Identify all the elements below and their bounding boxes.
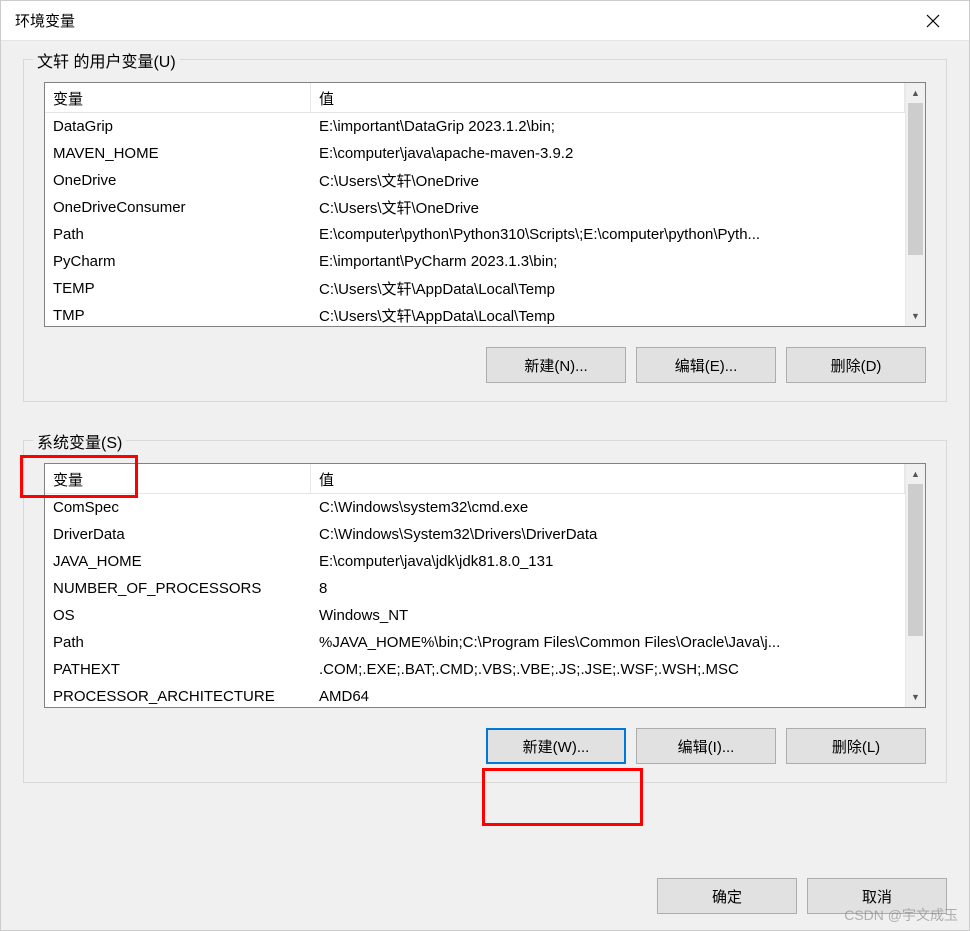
- system-edit-button[interactable]: 编辑(I)...: [636, 728, 776, 764]
- table-row[interactable]: PROCESSOR_ARCHITECTUREAMD64: [45, 683, 905, 707]
- dialog-footer: 确定 取消: [1, 874, 969, 930]
- table-row[interactable]: OneDriveC:\Users\文轩\OneDrive: [45, 167, 905, 194]
- table-row[interactable]: PATHEXT.COM;.EXE;.BAT;.CMD;.VBS;.VBE;.JS…: [45, 656, 905, 683]
- var-value-cell: C:\Windows\System32\Drivers\DriverData: [311, 526, 905, 543]
- var-value-cell: E:\computer\java\apache-maven-3.9.2: [311, 145, 905, 162]
- var-value-cell: E:\computer\java\jdk\jdk81.8.0_131: [311, 553, 905, 570]
- env-vars-dialog: 环境变量 文轩 的用户变量(U) 变量 值 DataGripE:\importa…: [0, 0, 970, 931]
- var-value-cell: C:\Users\文轩\OneDrive: [311, 197, 905, 218]
- var-value-cell: Windows_NT: [311, 607, 905, 624]
- var-name-cell: DriverData: [45, 526, 311, 543]
- system-vars-listview[interactable]: 变量 值 ComSpecC:\Windows\system32\cmd.exeD…: [44, 463, 926, 708]
- dialog-content: 文轩 的用户变量(U) 变量 值 DataGripE:\important\Da…: [1, 41, 969, 874]
- var-name-cell: PATHEXT: [45, 661, 311, 678]
- var-value-cell: 8: [311, 580, 905, 597]
- var-name-cell: MAVEN_HOME: [45, 145, 311, 162]
- scroll-down-icon[interactable]: ▼: [906, 306, 925, 326]
- table-row[interactable]: TEMPC:\Users\文轩\AppData\Local\Temp: [45, 275, 905, 302]
- table-row[interactable]: DataGripE:\important\DataGrip 2023.1.2\b…: [45, 113, 905, 140]
- column-header-value[interactable]: 值: [311, 464, 905, 493]
- var-name-cell: PROCESSOR_ARCHITECTURE: [45, 688, 311, 705]
- var-value-cell: .COM;.EXE;.BAT;.CMD;.VBS;.VBE;.JS;.JSE;.…: [311, 661, 905, 678]
- var-name-cell: DataGrip: [45, 118, 311, 135]
- var-name-cell: NUMBER_OF_PROCESSORS: [45, 580, 311, 597]
- var-name-cell: Path: [45, 226, 311, 243]
- scroll-down-icon[interactable]: ▼: [906, 687, 925, 707]
- var-value-cell: C:\Users\文轩\AppData\Local\Temp: [311, 305, 905, 326]
- user-vars-group: 文轩 的用户变量(U) 变量 值 DataGripE:\important\Da…: [23, 59, 947, 402]
- table-row[interactable]: OneDriveConsumerC:\Users\文轩\OneDrive: [45, 194, 905, 221]
- var-name-cell: Path: [45, 634, 311, 651]
- table-row[interactable]: TMPC:\Users\文轩\AppData\Local\Temp: [45, 302, 905, 326]
- user-vars-scrollbar[interactable]: ▲ ▼: [905, 83, 925, 326]
- titlebar: 环境变量: [1, 1, 969, 41]
- system-delete-button[interactable]: 删除(L): [786, 728, 926, 764]
- scroll-up-icon[interactable]: ▲: [906, 464, 925, 484]
- user-delete-button[interactable]: 删除(D): [786, 347, 926, 383]
- system-vars-group: 系统变量(S) 变量 值 ComSpecC:\Windows\system32\…: [23, 440, 947, 783]
- user-edit-button[interactable]: 编辑(E)...: [636, 347, 776, 383]
- table-row[interactable]: NUMBER_OF_PROCESSORS8: [45, 575, 905, 602]
- scrollbar-thumb[interactable]: [908, 103, 923, 255]
- var-value-cell: E:\important\PyCharm 2023.1.3\bin;: [311, 253, 905, 270]
- var-value-cell: AMD64: [311, 688, 905, 705]
- var-name-cell: JAVA_HOME: [45, 553, 311, 570]
- table-row[interactable]: OSWindows_NT: [45, 602, 905, 629]
- close-button[interactable]: [911, 1, 955, 41]
- var-value-cell: C:\Windows\system32\cmd.exe: [311, 499, 905, 516]
- var-value-cell: %JAVA_HOME%\bin;C:\Program Files\Common …: [311, 634, 905, 651]
- var-name-cell: OneDriveConsumer: [45, 199, 311, 216]
- table-row[interactable]: Path%JAVA_HOME%\bin;C:\Program Files\Com…: [45, 629, 905, 656]
- system-vars-group-label: 系统变量(S): [33, 429, 126, 453]
- ok-button[interactable]: 确定: [657, 878, 797, 914]
- window-title: 环境变量: [15, 10, 75, 31]
- watermark: CSDN @宇文成玉: [844, 905, 958, 925]
- user-vars-listview[interactable]: 变量 值 DataGripE:\important\DataGrip 2023.…: [44, 82, 926, 327]
- column-header-value[interactable]: 值: [311, 83, 905, 112]
- var-name-cell: TMP: [45, 307, 311, 324]
- var-value-cell: C:\Users\文轩\OneDrive: [311, 170, 905, 191]
- var-value-cell: E:\computer\python\Python310\Scripts\;E:…: [311, 226, 905, 243]
- var-name-cell: TEMP: [45, 280, 311, 297]
- column-header-name[interactable]: 变量: [45, 83, 311, 112]
- system-new-button[interactable]: 新建(W)...: [486, 728, 626, 764]
- system-vars-scrollbar[interactable]: ▲ ▼: [905, 464, 925, 707]
- var-name-cell: OS: [45, 607, 311, 624]
- var-name-cell: OneDrive: [45, 172, 311, 189]
- table-row[interactable]: PyCharmE:\important\PyCharm 2023.1.3\bin…: [45, 248, 905, 275]
- column-header-name[interactable]: 变量: [45, 464, 311, 493]
- scroll-up-icon[interactable]: ▲: [906, 83, 925, 103]
- scrollbar-thumb[interactable]: [908, 484, 923, 636]
- close-icon: [926, 14, 940, 28]
- user-vars-header: 变量 值: [45, 83, 905, 113]
- table-row[interactable]: PathE:\computer\python\Python310\Scripts…: [45, 221, 905, 248]
- table-row[interactable]: JAVA_HOMEE:\computer\java\jdk\jdk81.8.0_…: [45, 548, 905, 575]
- var-value-cell: E:\important\DataGrip 2023.1.2\bin;: [311, 118, 905, 135]
- system-vars-header: 变量 值: [45, 464, 905, 494]
- user-vars-group-label: 文轩 的用户变量(U): [33, 48, 180, 72]
- user-new-button[interactable]: 新建(N)...: [486, 347, 626, 383]
- var-name-cell: PyCharm: [45, 253, 311, 270]
- table-row[interactable]: DriverDataC:\Windows\System32\Drivers\Dr…: [45, 521, 905, 548]
- var-name-cell: ComSpec: [45, 499, 311, 516]
- var-value-cell: C:\Users\文轩\AppData\Local\Temp: [311, 278, 905, 299]
- table-row[interactable]: MAVEN_HOMEE:\computer\java\apache-maven-…: [45, 140, 905, 167]
- table-row[interactable]: ComSpecC:\Windows\system32\cmd.exe: [45, 494, 905, 521]
